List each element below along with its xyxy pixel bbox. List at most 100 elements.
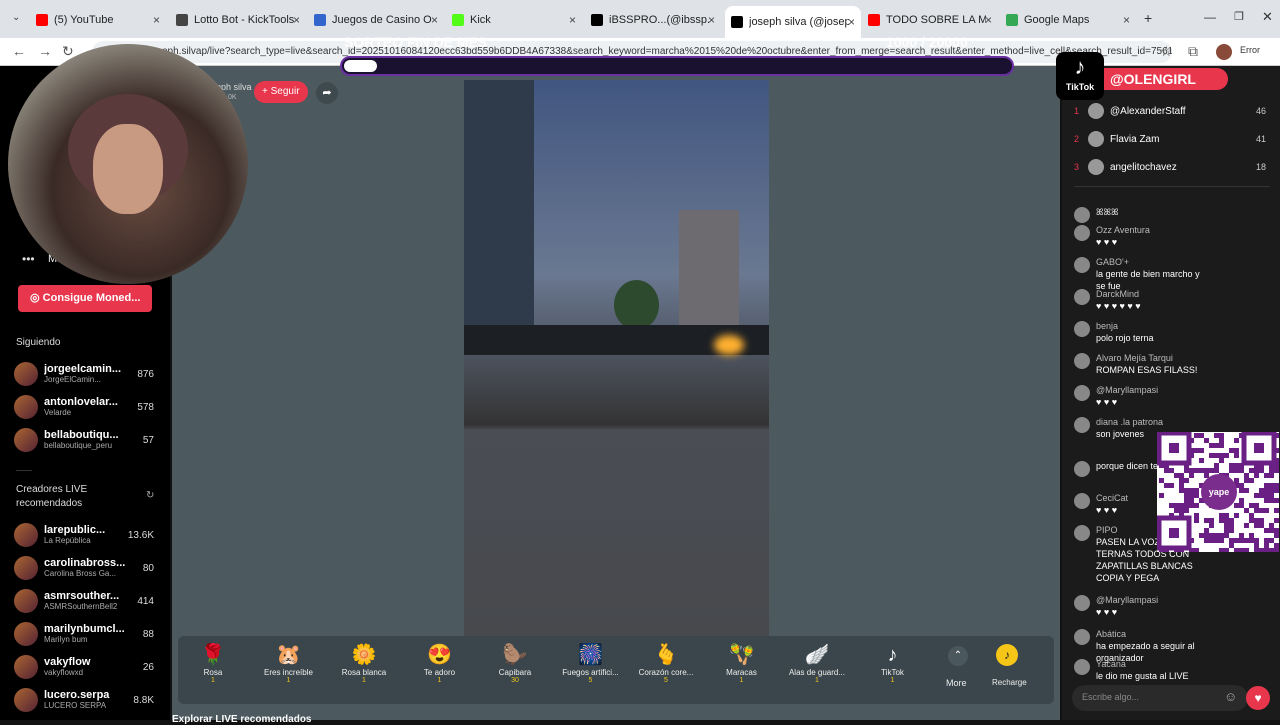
chat-username[interactable]: diana .la patrona: [1096, 416, 1206, 428]
sidebar-creator-item[interactable]: larepublic... La República 13.6K: [14, 520, 164, 550]
emoji-icon[interactable]: ☺: [1224, 689, 1237, 704]
viewer-count: 8.8K: [133, 694, 154, 706]
chat-username[interactable]: Ozz Aventura: [1096, 224, 1206, 236]
new-tab-icon[interactable]: +: [1144, 10, 1152, 26]
sorteo-label: SORTEO FIN DE MES: [344, 34, 488, 50]
more-gifts-icon[interactable]: ⌃: [948, 646, 968, 666]
chat-username[interactable]: Yacana: [1096, 658, 1206, 670]
profile-avatar[interactable]: [1216, 44, 1232, 60]
chat-message-body: @Maryllampasi ♥ ♥ ♥: [1096, 384, 1206, 408]
tab-close-icon[interactable]: ×: [153, 13, 160, 27]
tab-close-icon[interactable]: ×: [293, 13, 300, 27]
tab-close-icon[interactable]: ×: [708, 13, 715, 27]
sidebar-creator-item[interactable]: marilynbumcl... Marilyn bum 88: [14, 619, 164, 649]
avatar[interactable]: [1074, 385, 1090, 401]
extensions-icon[interactable]: ⧉: [1188, 43, 1198, 60]
avatar[interactable]: [1074, 659, 1090, 675]
sidebar-creator-item[interactable]: antonlovelar... Velarde 578: [14, 392, 164, 422]
gift-item[interactable]: 🦫 Capibara 30: [480, 642, 550, 684]
chat-username[interactable]: Alvaro Mejía Tarqui: [1096, 352, 1206, 364]
tab-close-icon[interactable]: ×: [569, 13, 576, 27]
gift-name: TikTok: [881, 668, 904, 677]
gift-item[interactable]: 🫰 Corazón core... 5: [631, 642, 701, 684]
browser-tab[interactable]: iBSSPRO...(@ibssp... ×: [585, 8, 721, 32]
ranking-user: Flavia Zam: [1110, 133, 1160, 145]
sidebar-creator-item[interactable]: carolinabross... Carolina Bross Ga... 80: [14, 553, 164, 583]
chat-username[interactable]: Abática: [1096, 628, 1206, 640]
ranking-row[interactable]: 3 angelitochavez 18: [1074, 156, 1274, 178]
back-icon[interactable]: ←: [12, 43, 26, 59]
close-window-icon[interactable]: ✕: [1262, 9, 1273, 25]
browser-tab[interactable]: (5) YouTube ×: [30, 8, 166, 32]
avatar[interactable]: [1074, 257, 1090, 273]
chat-username[interactable]: @Maryllampasi: [1096, 384, 1206, 396]
avatar[interactable]: [1074, 417, 1090, 433]
sidebar-creator-item[interactable]: jorgeelcamin... JorgeElCamin... 876: [14, 359, 164, 389]
gift-name: Rosa: [203, 668, 223, 677]
gift-item[interactable]: 🌹 Rosa 1: [178, 642, 248, 684]
tab-favicon-icon: [591, 14, 603, 26]
share-icon[interactable]: ➦: [316, 82, 338, 104]
chat-username[interactable]: benja: [1096, 320, 1206, 332]
chat-username[interactable]: @Maryllampasi: [1096, 594, 1206, 606]
avatar[interactable]: [1074, 461, 1090, 477]
more-dots-icon[interactable]: •••: [22, 252, 35, 266]
tab-search-icon[interactable]: ⌄: [12, 12, 20, 23]
gift-item[interactable]: 🪽 Alas de guard... 1: [782, 642, 852, 684]
more-gifts-label[interactable]: More: [946, 678, 967, 688]
tab-close-icon[interactable]: ×: [1123, 13, 1130, 27]
browser-tab[interactable]: Google Maps ×: [1000, 8, 1136, 32]
gift-item[interactable]: 😍 Te adoro 1: [405, 642, 475, 684]
follow-button[interactable]: + Seguir: [254, 81, 308, 103]
sidebar-creator-item[interactable]: bellaboutiqu... bellaboutique_peru 57: [14, 425, 164, 455]
ranking-row[interactable]: 2 Flavia Zam 41: [1074, 128, 1274, 150]
tab-close-icon[interactable]: ×: [848, 15, 855, 29]
recharge-coin-icon[interactable]: ♪: [996, 644, 1018, 666]
gift-item[interactable]: ♪ TikTok 1: [858, 642, 928, 684]
avatar[interactable]: [1074, 629, 1090, 645]
creator-sub: bellaboutique_peru: [44, 441, 113, 450]
sidebar-creator-item[interactable]: vakyflow vakyflowxd 26: [14, 652, 164, 682]
browser-tab[interactable]: TODO SOBRE LA MARCH...×: [862, 8, 998, 32]
chat-username[interactable]: DarckMind: [1096, 288, 1206, 300]
chat-username[interactable]: GABO'+: [1096, 256, 1206, 268]
fire: [714, 335, 744, 355]
gift-item[interactable]: 🐹 Eres increíble 1: [254, 642, 324, 684]
get-coins-button[interactable]: ◎ Consigue Moned...: [18, 285, 152, 312]
live-video[interactable]: [464, 80, 769, 636]
tiktok-logo-icon: ♪: [1074, 54, 1086, 79]
maximize-icon[interactable]: ❐: [1234, 10, 1244, 23]
avatar: [1088, 103, 1104, 119]
forward-icon[interactable]: →: [38, 43, 52, 59]
gift-price: 1: [286, 677, 291, 684]
ranking-row[interactable]: 1 @AlexanderStaff 46: [1074, 100, 1274, 122]
avatar[interactable]: [1074, 493, 1090, 509]
tab-close-icon[interactable]: ×: [985, 13, 992, 27]
sidebar-creator-item[interactable]: lucero.serpa LUCERO SERPA 8.8K: [14, 685, 164, 715]
gift-item[interactable]: 🌼 Rosa blanca 1: [329, 642, 399, 684]
avatar[interactable]: [1074, 353, 1090, 369]
gift-item[interactable]: 🪇 Maracas 1: [707, 642, 777, 684]
browser-tab[interactable]: Juegos de Casino Online×: [308, 8, 444, 32]
gift-item[interactable]: 🎆 Fuegos artifici... 5: [556, 642, 626, 684]
tab-close-icon[interactable]: ×: [431, 13, 438, 27]
like-heart-icon[interactable]: ♥: [1246, 686, 1270, 710]
browser-tab[interactable]: Kick ×: [446, 8, 582, 32]
viewer-count: 876: [137, 368, 154, 380]
avatar[interactable]: [1074, 225, 1090, 241]
coin-icon: ◎: [30, 292, 43, 304]
avatar[interactable]: [1074, 525, 1090, 541]
avatar[interactable]: [1074, 207, 1090, 223]
avatar[interactable]: [1074, 595, 1090, 611]
recharge-label[interactable]: Recharge: [992, 678, 1027, 687]
sidebar-creator-item[interactable]: asmrsouther... ASMRSouthernBell2 414: [14, 586, 164, 616]
bookmark-star-icon[interactable]: ☆: [1160, 43, 1173, 60]
browser-tab[interactable]: Lotto Bot - KickTools ×: [170, 8, 306, 32]
minimize-icon[interactable]: —: [1204, 10, 1216, 24]
chat-input[interactable]: Escribe algo... ☺: [1072, 685, 1248, 711]
refresh-icon[interactable]: ↻: [146, 490, 154, 501]
browser-tab[interactable]: joseph silva (@joseph...×: [725, 6, 861, 38]
avatar[interactable]: [1074, 321, 1090, 337]
avatar[interactable]: [1074, 289, 1090, 305]
error-badge[interactable]: Error: [1240, 45, 1260, 55]
